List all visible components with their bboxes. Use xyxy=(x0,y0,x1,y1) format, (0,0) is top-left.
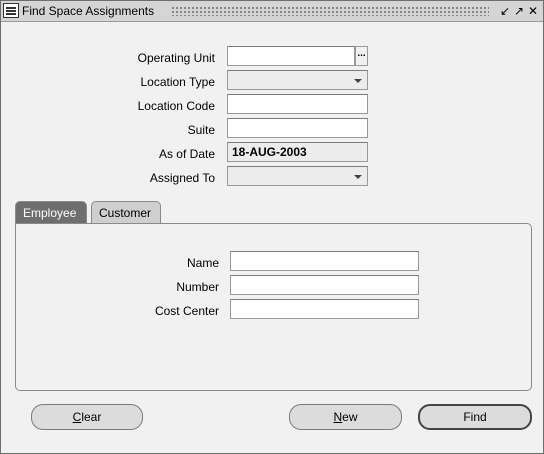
clear-button[interactable]: Clear xyxy=(31,404,143,430)
close-icon[interactable]: ✕ xyxy=(526,4,540,18)
number-label: Number xyxy=(176,280,219,294)
name-field[interactable] xyxy=(230,251,419,271)
operating-unit-lov-button[interactable]: ... xyxy=(355,46,368,66)
tab-employee[interactable]: Employee xyxy=(15,201,87,224)
find-button-label: Find xyxy=(463,410,487,424)
new-button[interactable]: New xyxy=(289,404,402,430)
find-space-assignments-window: Find Space Assignments ↙ ↗ ✕ Operating U… xyxy=(0,0,544,454)
app-icon xyxy=(3,3,19,18)
title-bar[interactable]: Find Space Assignments ↙ ↗ ✕ xyxy=(1,1,543,22)
location-type-dropdown[interactable] xyxy=(227,70,368,90)
suite-label: Suite xyxy=(187,123,215,137)
tab-employee-label: Employee xyxy=(23,206,77,220)
new-button-mnemonic: N xyxy=(333,410,343,424)
suite-field[interactable] xyxy=(227,118,368,138)
tab-customer[interactable]: Customer xyxy=(91,201,161,224)
location-code-label: Location Code xyxy=(137,99,215,113)
location-code-field[interactable] xyxy=(227,94,368,114)
maximize-icon[interactable]: ↗ xyxy=(512,4,526,18)
operating-unit-field[interactable] xyxy=(227,46,355,66)
operating-unit-label: Operating Unit xyxy=(137,51,215,65)
chevron-down-icon xyxy=(354,175,362,179)
tab-customer-label: Customer xyxy=(99,206,152,220)
minimize-icon[interactable]: ↙ xyxy=(498,4,512,18)
cost-center-field[interactable] xyxy=(230,299,419,319)
chevron-down-icon xyxy=(354,79,362,83)
cost-center-label: Cost Center xyxy=(154,304,219,318)
clear-button-label: lear xyxy=(81,410,102,424)
title-bar-grip xyxy=(171,6,489,16)
as-of-date-label: As of Date xyxy=(158,147,215,161)
new-button-label: ew xyxy=(342,410,358,424)
number-field[interactable] xyxy=(230,275,419,295)
as-of-date-field[interactable]: 18-AUG-2003 xyxy=(227,142,368,162)
location-type-label: Location Type xyxy=(140,75,215,89)
name-label: Name xyxy=(186,256,219,270)
window-title: Find Space Assignments xyxy=(22,4,155,18)
lov-icon: ... xyxy=(357,48,366,59)
assigned-to-label: Assigned To xyxy=(149,171,215,185)
as-of-date-value: 18-AUG-2003 xyxy=(232,145,307,159)
find-button[interactable]: Find xyxy=(418,404,532,430)
assigned-to-dropdown[interactable] xyxy=(227,166,368,186)
